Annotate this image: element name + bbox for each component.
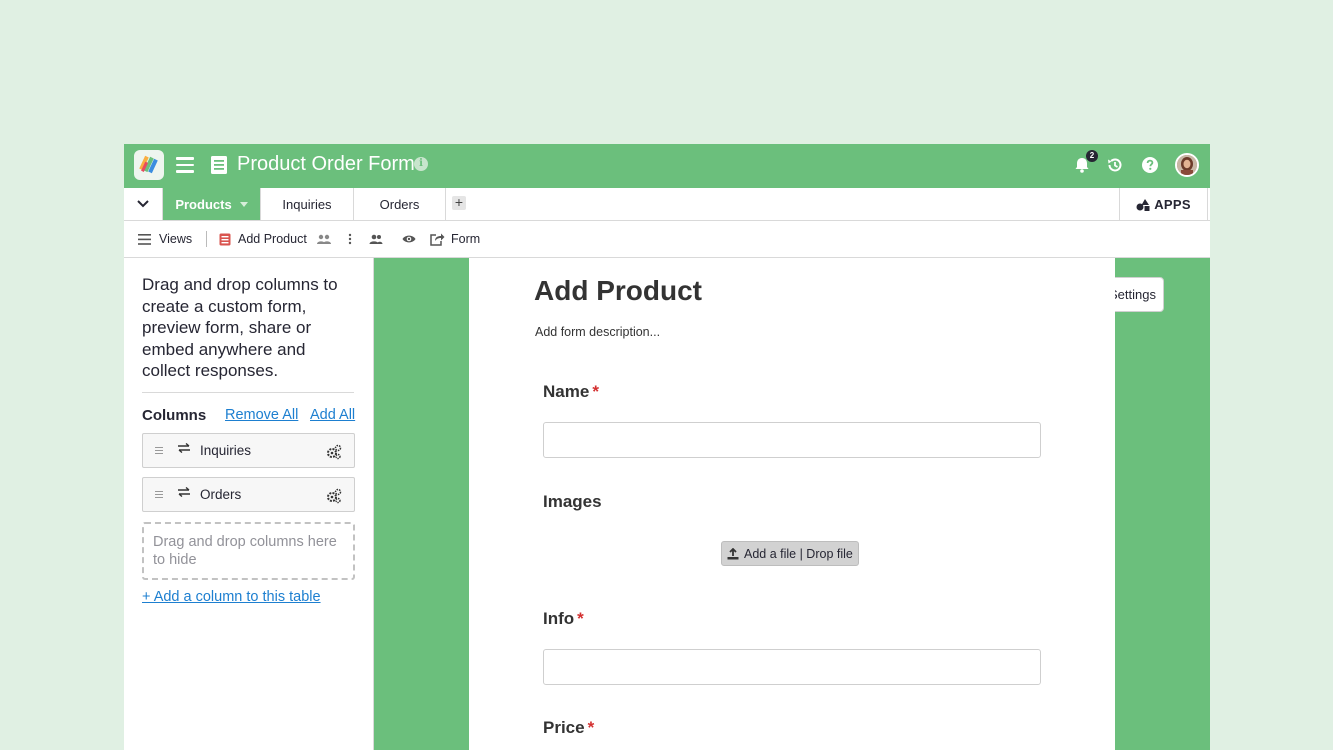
- add-file-button[interactable]: Add a file | Drop file: [721, 541, 859, 566]
- field-label-info[interactable]: Info *: [543, 609, 584, 629]
- settings-label: Settings: [1109, 287, 1156, 302]
- columns-heading: Columns: [142, 407, 207, 424]
- sharing-users-icon[interactable]: [369, 234, 383, 244]
- form-label: Form: [451, 232, 481, 246]
- remove-all-link[interactable]: Remove All: [225, 407, 298, 423]
- views-button[interactable]: Views: [138, 221, 192, 257]
- section-toolbar: Views Add Product Form: [124, 221, 1210, 258]
- column-label: Inquiries: [200, 443, 252, 458]
- form-description[interactable]: Add form description...: [535, 325, 660, 339]
- tab-label: Orders: [379, 196, 420, 212]
- linked-users-icon[interactable]: [317, 234, 331, 244]
- toolbar-divider: [206, 231, 207, 247]
- hidden-columns-drop-zone[interactable]: Drag and drop columns here to hide: [142, 522, 355, 580]
- add-page-button[interactable]: +: [452, 195, 466, 210]
- tab-label: Products: [175, 196, 232, 212]
- document-icon: [211, 156, 227, 174]
- upload-icon: [727, 547, 739, 559]
- gear-icon[interactable]: [326, 444, 342, 460]
- required-mark: *: [592, 382, 599, 401]
- form-columns-panel: Drag and drop columns to create a custom…: [124, 258, 374, 750]
- apps-button[interactable]: APPS: [1119, 188, 1208, 220]
- panel-intro-text: Drag and drop columns to create a custom…: [142, 275, 338, 380]
- upload-label: Add a file | Drop file: [744, 546, 853, 561]
- caret-down-icon[interactable]: [239, 201, 248, 207]
- top-header: Product Order Form i 2: [124, 144, 1210, 188]
- reference-icon: [178, 487, 190, 497]
- app-window: Product Order Form i 2 Products Inquirie…: [124, 144, 1210, 750]
- info-icon[interactable]: i: [414, 157, 428, 171]
- section-label: Add Product: [238, 232, 307, 246]
- panel-divider: [142, 392, 354, 393]
- add-all-link[interactable]: Add All: [310, 407, 355, 423]
- menu-icon[interactable]: [176, 157, 194, 173]
- user-avatar[interactable]: [1175, 153, 1199, 177]
- apps-label: APPS: [1154, 196, 1191, 212]
- grist-logo[interactable]: [134, 150, 164, 180]
- field-label-text: Name: [543, 382, 590, 401]
- form-widget-icon: [219, 233, 231, 245]
- views-label: Views: [159, 232, 193, 246]
- column-item-orders[interactable]: Orders: [142, 477, 355, 512]
- field-label-text: Images: [543, 492, 602, 511]
- field-label-text: Price: [543, 718, 585, 737]
- notification-badge: 2: [1086, 150, 1098, 162]
- more-options-icon[interactable]: [348, 233, 352, 245]
- field-label-images[interactable]: Images: [543, 492, 602, 512]
- list-icon: [138, 233, 151, 245]
- reference-icon: [178, 443, 190, 453]
- column-label: Orders: [200, 487, 242, 502]
- apps-icon: [1136, 198, 1150, 211]
- form-title[interactable]: Add Product: [534, 275, 702, 307]
- share-icon: [430, 233, 445, 246]
- tab-label: Inquiries: [282, 196, 332, 212]
- tab-inquiries[interactable]: Inquiries: [261, 188, 354, 220]
- name-input[interactable]: [543, 422, 1041, 458]
- field-label-text: Info: [543, 609, 575, 628]
- drag-handle-icon[interactable]: [155, 491, 163, 499]
- drag-handle-icon[interactable]: [155, 447, 163, 455]
- share-form-button[interactable]: Form: [430, 221, 480, 257]
- field-label-price[interactable]: Price *: [543, 718, 594, 738]
- chevron-down-icon[interactable]: [124, 188, 162, 220]
- required-mark: *: [577, 609, 584, 628]
- tab-products[interactable]: Products: [162, 188, 261, 220]
- tab-bar: Products Inquiries Orders + APPS: [124, 188, 1210, 221]
- gear-icon[interactable]: [326, 488, 342, 504]
- column-item-inquiries[interactable]: Inquiries: [142, 433, 355, 468]
- form-preview-area: Settings Add Product Add form descriptio…: [374, 258, 1210, 750]
- field-label-name[interactable]: Name *: [543, 382, 599, 402]
- add-column-link[interactable]: + Add a column to this table: [142, 589, 321, 605]
- help-icon[interactable]: [1140, 155, 1160, 175]
- preview-eye-icon[interactable]: [402, 234, 416, 244]
- history-icon[interactable]: [1105, 155, 1125, 175]
- tab-orders[interactable]: Orders: [354, 188, 446, 220]
- info-input[interactable]: [543, 649, 1041, 685]
- required-mark: *: [587, 718, 595, 737]
- section-title[interactable]: Add Product: [219, 221, 307, 257]
- document-title[interactable]: Product Order Form: [237, 153, 415, 176]
- form-page: Add Product Add form description... Name…: [469, 258, 1115, 750]
